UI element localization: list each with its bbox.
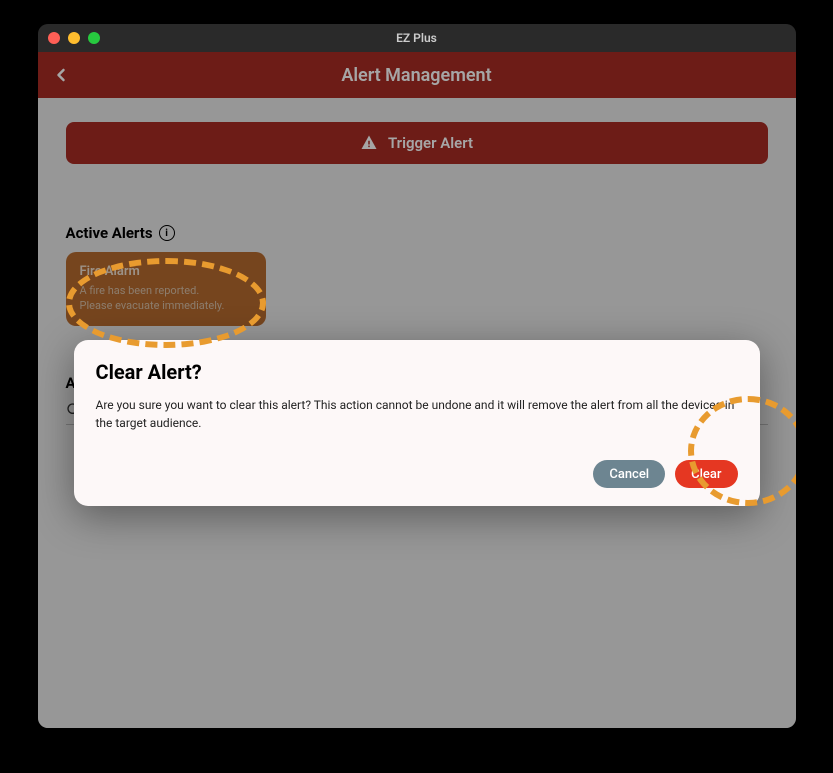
app-window: EZ Plus Alert Management Trigger Alert A… [38, 24, 796, 728]
dialog-body: Are you sure you want to clear this aler… [96, 396, 738, 432]
titlebar: EZ Plus [38, 24, 796, 52]
clear-alert-dialog: Clear Alert? Are you sure you want to cl… [74, 340, 760, 506]
dialog-title: Clear Alert? [96, 360, 738, 384]
cancel-button[interactable]: Cancel [593, 460, 665, 488]
clear-button[interactable]: Clear [675, 460, 737, 488]
app-body: Alert Management Trigger Alert Active Al… [38, 52, 796, 728]
window-title: EZ Plus [38, 31, 796, 45]
dialog-actions: Cancel Clear [96, 460, 738, 488]
